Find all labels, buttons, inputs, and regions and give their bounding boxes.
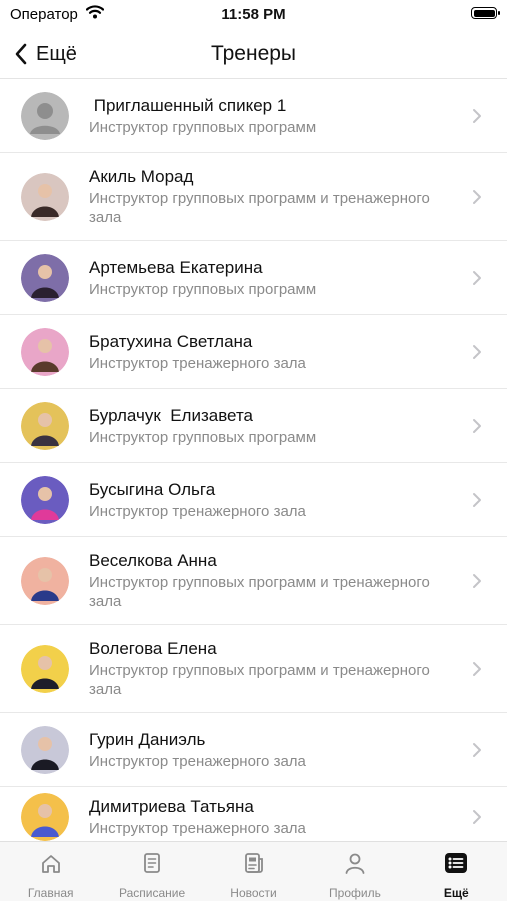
status-bar: Оператор 11:58 PM: [0, 0, 507, 30]
schedule-icon: [140, 851, 164, 880]
chevron-right-icon: [471, 659, 483, 679]
trainer-text: Бусыгина Ольга Инструктор тренажерного за…: [89, 479, 457, 521]
chevron-right-icon: [471, 416, 483, 436]
trainer-row[interactable]: Акиль Морад Инструктор групповых программ…: [0, 153, 507, 241]
chevron-right-icon: [471, 740, 483, 760]
trainer-row[interactable]: Гурин Даниэль Инструктор тренажерного зал…: [0, 713, 507, 787]
chevron-right-icon: [471, 268, 483, 288]
trainer-row[interactable]: Артемьева Екатерина Инструктор групповых …: [0, 241, 507, 315]
chevron-right-icon: [471, 490, 483, 510]
trainer-avatar: [21, 725, 69, 774]
tab-news[interactable]: Новости: [203, 842, 304, 901]
tab-more-list[interactable]: Ещё: [406, 842, 507, 901]
tab-label: Ещё: [443, 886, 469, 900]
trainer-text: Гурин Даниэль Инструктор тренажерного зал…: [89, 729, 457, 771]
trainer-avatar: [21, 172, 69, 221]
trainer-row[interactable]: Приглашенный спикер 1 Инструктор групповы…: [0, 79, 507, 153]
home-icon: [39, 851, 63, 880]
tab-home[interactable]: Главная: [0, 842, 101, 901]
back-button[interactable]: Ещё: [14, 39, 77, 69]
back-button-label: Ещё: [36, 42, 77, 65]
trainer-role: Инструктор групповых программ: [89, 428, 317, 446]
chevron-right-icon: [471, 807, 483, 827]
tab-label: Профиль: [329, 886, 381, 900]
trainer-name: Акиль Морад: [89, 167, 194, 186]
trainer-name: Артемьева Екатерина: [89, 257, 263, 277]
chevron-right-icon: [471, 187, 483, 207]
trainer-avatar: [21, 475, 69, 524]
trainer-avatar: [21, 401, 69, 450]
trainer-role: Инструктор тренажерного зала: [89, 752, 306, 770]
trainer-row[interactable]: Братухина Светлана Инструктор тренажерног…: [0, 315, 507, 389]
trainer-text: Братухина Светлана Инструктор тренажерног…: [89, 331, 457, 373]
battery-icon: [471, 7, 500, 19]
chevron-right-icon: [471, 342, 483, 362]
trainer-list: Приглашенный спикер 1 Инструктор групповы…: [0, 79, 507, 841]
trainer-avatar: [21, 792, 69, 841]
trainer-name: Братухина Светлана: [89, 331, 253, 351]
tab-label: Новости: [230, 886, 277, 900]
tab-bar: Главная Расписание Новости Профиль Ещё: [0, 841, 507, 901]
trainer-role: Инструктор тренажерного зала: [89, 354, 306, 372]
trainer-name: Бусыгина Ольга: [89, 479, 216, 499]
trainer-text: Артемьева Екатерина Инструктор групповых …: [89, 257, 457, 299]
trainer-avatar: [21, 327, 69, 376]
trainer-role: Инструктор групповых программ: [89, 280, 317, 298]
tab-label: Расписание: [119, 886, 186, 900]
avatar-placeholder: [21, 91, 69, 140]
trainer-name: Волегова Елена: [89, 639, 217, 658]
trainer-role: Инструктор групповых программ и тренажер…: [89, 190, 430, 226]
navigation-bar: Ещё Тренеры: [0, 30, 507, 79]
trainer-role: Инструктор групповых программ и тренажер…: [89, 574, 430, 610]
trainer-avatar: [21, 644, 69, 693]
status-time: 11:58 PM: [221, 6, 286, 23]
trainer-role: Инструктор групповых программ: [89, 118, 317, 136]
tab-schedule[interactable]: Расписание: [101, 842, 202, 901]
trainer-text: Бурлачук Елизавета Инструктор групповых п…: [89, 405, 457, 447]
trainer-row[interactable]: Бурлачук Елизавета Инструктор групповых п…: [0, 389, 507, 463]
trainer-text: Димитриева Татьяна Инструктор тренажерног…: [89, 796, 457, 838]
trainer-text: Веселкова Анна Инструктор групповых прогр…: [89, 550, 457, 611]
profile-icon: [343, 851, 367, 880]
chevron-left-icon: [15, 43, 27, 65]
tab-label: Главная: [27, 886, 74, 900]
chevron-right-icon: [471, 106, 483, 126]
trainer-row[interactable]: Бусыгина Ольга Инструктор тренажерного за…: [0, 463, 507, 537]
trainer-row[interactable]: Волегова Елена Инструктор групповых прогр…: [0, 625, 507, 713]
trainer-name: Димитриева Татьяна: [89, 796, 254, 816]
trainer-name: Гурин Даниэль: [89, 729, 206, 749]
trainer-avatar: [21, 556, 69, 605]
more-list-icon: [444, 851, 468, 880]
trainer-text: Приглашенный спикер 1 Инструктор групповы…: [89, 95, 457, 137]
trainer-role: Инструктор групповых программ и тренажер…: [89, 662, 430, 698]
trainer-row[interactable]: Веселкова Анна Инструктор групповых прогр…: [0, 537, 507, 625]
trainer-text: Акиль Морад Инструктор групповых программ…: [89, 166, 457, 227]
trainer-name: Приглашенный спикер 1: [89, 95, 287, 115]
trainer-row[interactable]: Димитриева Татьяна Инструктор тренажерног…: [0, 787, 507, 841]
trainer-name: Веселкова Анна: [89, 551, 217, 570]
chevron-right-icon: [471, 571, 483, 591]
news-icon: [242, 851, 266, 880]
trainer-role: Инструктор тренажерного зала: [89, 819, 306, 837]
trainer-name: Бурлачук Елизавета: [89, 405, 253, 425]
trainer-role: Инструктор тренажерного зала: [89, 502, 306, 520]
trainer-avatar: [21, 253, 69, 302]
tab-profile[interactable]: Профиль: [304, 842, 405, 901]
trainer-text: Волегова Елена Инструктор групповых прогр…: [89, 638, 457, 699]
